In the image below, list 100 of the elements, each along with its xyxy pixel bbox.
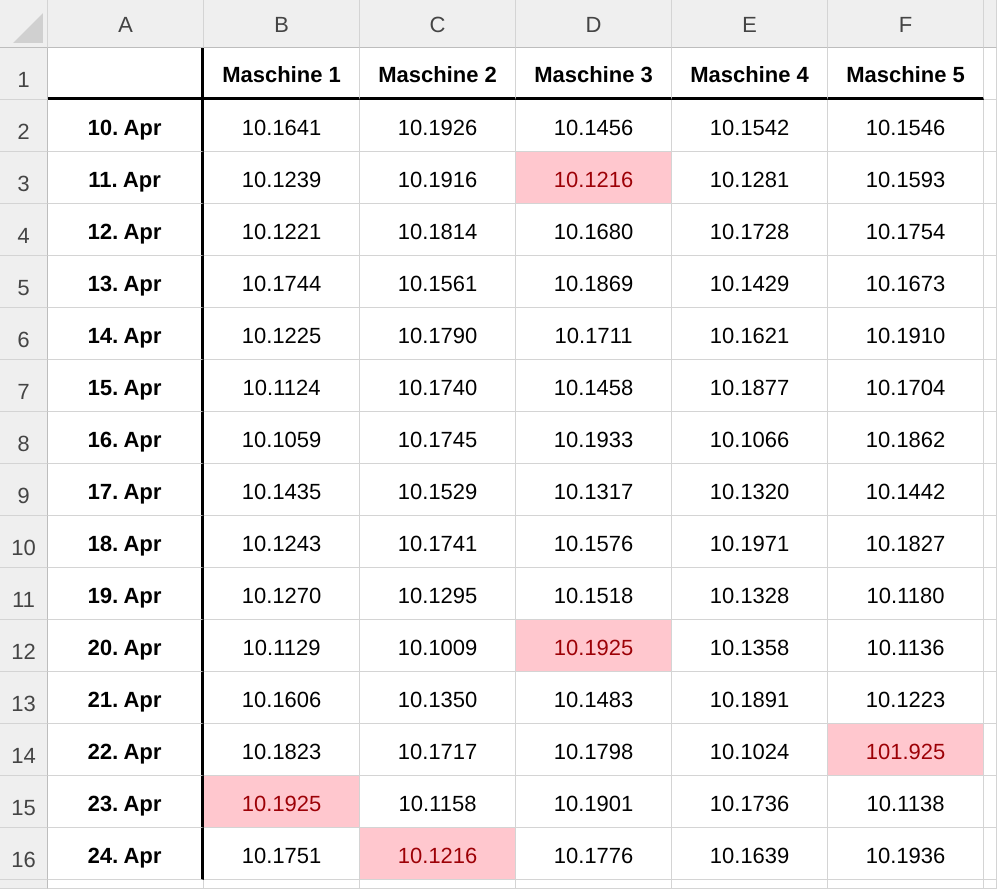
table-cell: 10.1925 (516, 620, 672, 672)
row-header[interactable]: 6 (0, 308, 48, 360)
row-header[interactable] (0, 880, 48, 889)
date-cell: 18. Apr (48, 516, 204, 568)
empty-cell (984, 100, 997, 152)
table-cell: 10.1529 (360, 464, 516, 516)
table-cell: 10.1711 (516, 308, 672, 360)
empty-cell (984, 256, 997, 308)
table-cell: 10.1910 (828, 308, 984, 360)
table-cell: 10.1901 (516, 776, 672, 828)
row-header[interactable]: 16 (0, 828, 48, 880)
table-cell: 10.1891 (672, 672, 828, 724)
date-cell: 16. Apr (48, 412, 204, 464)
row-header[interactable]: 2 (0, 100, 48, 152)
table-cell: 10.1136 (828, 620, 984, 672)
empty-cell (984, 516, 997, 568)
empty-cell (984, 828, 997, 880)
empty-cell (984, 152, 997, 204)
date-cell: 13. Apr (48, 256, 204, 308)
empty-cell (984, 360, 997, 412)
table-cell: 10.1435 (204, 464, 360, 516)
table-cell: 101.925 (828, 724, 984, 776)
table-cell: 10.1066 (672, 412, 828, 464)
table-cell: 10.1542 (672, 100, 828, 152)
date-cell: 24. Apr (48, 828, 204, 880)
column-header[interactable]: B (204, 0, 360, 48)
empty-cell (984, 412, 997, 464)
row-header[interactable]: 9 (0, 464, 48, 516)
date-cell: 22. Apr (48, 724, 204, 776)
empty-cell (984, 724, 997, 776)
date-cell: 21. Apr (48, 672, 204, 724)
row-header[interactable]: 10 (0, 516, 48, 568)
table-cell: 10.1138 (828, 776, 984, 828)
table-cell: 10.1641 (204, 100, 360, 152)
date-cell: 11. Apr (48, 152, 204, 204)
table-cell: 10.1925 (204, 776, 360, 828)
column-header[interactable] (984, 0, 997, 48)
table-cell: 10.1546 (828, 100, 984, 152)
table-cell: 10.1736 (672, 776, 828, 828)
empty-cell (984, 880, 997, 889)
column-heading: Maschine 4 (672, 48, 828, 100)
row-header[interactable]: 3 (0, 152, 48, 204)
table-cell: 10.1429 (672, 256, 828, 308)
column-heading: Maschine 5 (828, 48, 984, 100)
table-cell: 10.1270 (204, 568, 360, 620)
table-cell: 10.1741 (360, 516, 516, 568)
row-header[interactable]: 14 (0, 724, 48, 776)
table-cell: 10.1680 (516, 204, 672, 256)
column-header[interactable]: F (828, 0, 984, 48)
table-cell: 10.1320 (672, 464, 828, 516)
table-cell: 10.1281 (672, 152, 828, 204)
row-header[interactable]: 1 (0, 48, 48, 100)
table-cell: 10.1483 (516, 672, 672, 724)
table-cell: 10.1704 (828, 360, 984, 412)
column-header[interactable]: D (516, 0, 672, 48)
empty-cell (984, 308, 997, 360)
table-cell: 10.1776 (516, 828, 672, 880)
table-cell: 10.1869 (516, 256, 672, 308)
table-cell: 10.1621 (672, 308, 828, 360)
table-cell: 10.1933 (516, 412, 672, 464)
table-cell: 10.1639 (672, 828, 828, 880)
row-header[interactable]: 11 (0, 568, 48, 620)
date-cell: 14. Apr (48, 308, 204, 360)
row-header[interactable]: 15 (0, 776, 48, 828)
table-cell: 10.1059 (204, 412, 360, 464)
column-header[interactable]: C (360, 0, 516, 48)
table-cell: 10.1458 (516, 360, 672, 412)
table-cell: 10.1317 (516, 464, 672, 516)
table-cell: 10.1243 (204, 516, 360, 568)
date-cell: 17. Apr (48, 464, 204, 516)
table-cell: 10.1606 (204, 672, 360, 724)
column-heading: Maschine 3 (516, 48, 672, 100)
table-cell: 10.1328 (672, 568, 828, 620)
row-header[interactable]: 8 (0, 412, 48, 464)
empty-cell (984, 776, 997, 828)
table-cell: 10.1754 (828, 204, 984, 256)
table-cell: 10.1216 (360, 828, 516, 880)
table-cell: 10.1350 (360, 672, 516, 724)
column-header[interactable]: E (672, 0, 828, 48)
row-header[interactable]: 12 (0, 620, 48, 672)
table-cell: 10.1936 (828, 828, 984, 880)
row-header[interactable]: 4 (0, 204, 48, 256)
row-header[interactable]: 7 (0, 360, 48, 412)
table-cell: 10.1877 (672, 360, 828, 412)
select-all-icon[interactable] (13, 13, 43, 43)
table-cell: 10.1971 (672, 516, 828, 568)
empty-cell (984, 620, 997, 672)
column-heading: Maschine 2 (360, 48, 516, 100)
table-cell: 10.1740 (360, 360, 516, 412)
column-header[interactable]: A (48, 0, 204, 48)
empty-cell (984, 568, 997, 620)
row-header[interactable]: 5 (0, 256, 48, 308)
table-cell: 10.1225 (204, 308, 360, 360)
table-cell: 10.1561 (360, 256, 516, 308)
table-cell: 10.1593 (828, 152, 984, 204)
row-header[interactable]: 13 (0, 672, 48, 724)
table-cell: 10.1295 (360, 568, 516, 620)
empty-cell (984, 204, 997, 256)
table-cell: 10.1221 (204, 204, 360, 256)
table-cell: 10.1717 (360, 724, 516, 776)
